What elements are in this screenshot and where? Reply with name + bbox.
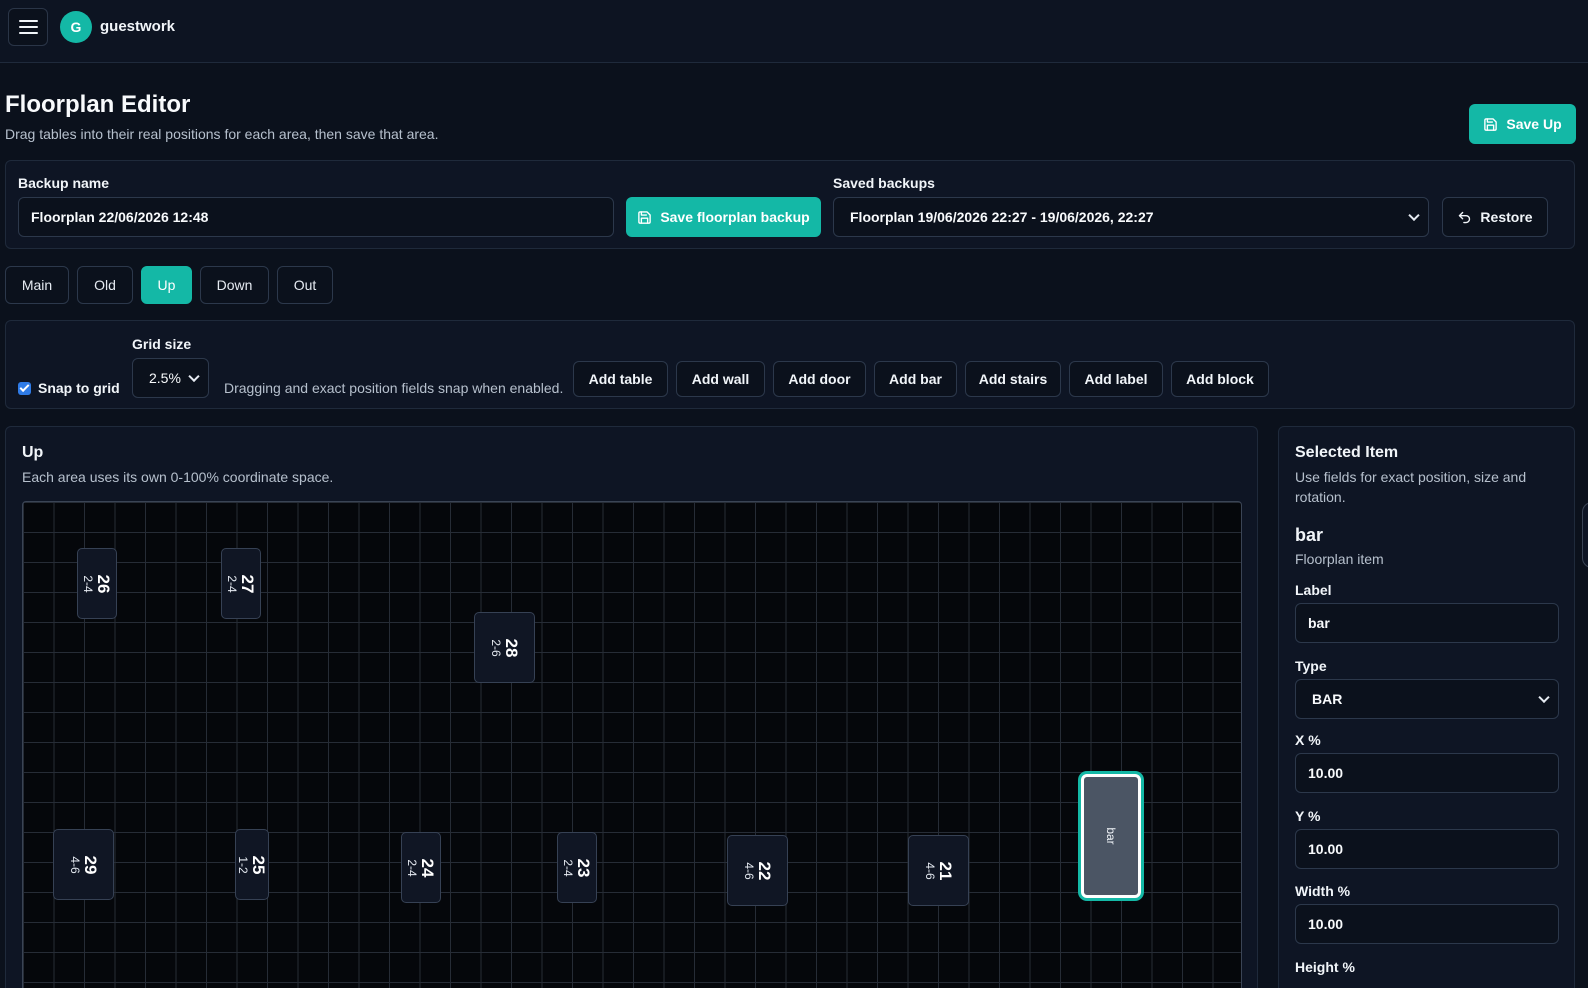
hamburger-icon (18, 26, 38, 28)
label-field-label: Label (1295, 582, 1332, 598)
tab-down[interactable]: Down (200, 266, 269, 304)
hamburger-icon (18, 20, 38, 22)
save-icon (1484, 117, 1498, 131)
save-icon (638, 210, 652, 224)
saved-backups-value: Floorplan 19/06/2026 22:27 - 19/06/2026,… (850, 209, 1154, 225)
table-capacity: 4-6 (741, 861, 756, 880)
backup-panel: Backup name Floorplan 22/06/2026 12:48 S… (5, 160, 1575, 249)
selected-subtitle: Use fields for exact position, size and … (1295, 469, 1527, 505)
floor-table-22[interactable]: 22 4-6 (727, 835, 788, 906)
table-capacity: 2-4 (225, 574, 240, 593)
table-capacity: 2-4 (81, 574, 96, 593)
table-number: 29 (80, 855, 100, 874)
restore-button[interactable]: Restore (1442, 197, 1548, 237)
floor-table-25[interactable]: 25 1-2 (235, 829, 269, 900)
floor-table-24[interactable]: 24 2-4 (401, 832, 441, 903)
brand-name[interactable]: guestwork (100, 18, 175, 35)
canvas-area-title: Up (22, 444, 44, 461)
chevron-down-icon (1538, 691, 1550, 704)
type-select[interactable]: BAR (1295, 679, 1559, 719)
table-number: 21 (935, 861, 955, 880)
tab-main[interactable]: Main (5, 266, 69, 304)
table-number: 28 (501, 638, 521, 657)
floor-table-29[interactable]: 29 4-6 (53, 829, 114, 900)
selected-item-kind: Floorplan item (1295, 551, 1384, 567)
restore-label: Restore (1480, 209, 1533, 225)
y-input[interactable]: 10.00 (1295, 829, 1559, 869)
floor-table-28[interactable]: 28 2-6 (474, 612, 535, 683)
floor-table-27[interactable]: 27 2-4 (221, 548, 261, 619)
floor-table-23[interactable]: 23 2-4 (557, 832, 597, 903)
chevron-down-icon (188, 370, 200, 383)
table-capacity: 2-6 (488, 638, 503, 657)
table-capacity: 4-6 (67, 855, 82, 874)
table-number: 25 (249, 855, 269, 874)
x-field-label: X % (1295, 732, 1321, 748)
add-door-button[interactable]: Add door (773, 361, 866, 397)
table-capacity: 2-4 (405, 858, 420, 877)
grid-size-label: Grid size (132, 336, 192, 352)
selected-item-name: bar (1295, 525, 1324, 545)
side-scroll-handle[interactable] (1582, 502, 1588, 568)
save-area-button[interactable]: Save Up (1469, 104, 1576, 144)
width-input[interactable]: 10.00 (1295, 904, 1559, 944)
add-bar-button[interactable]: Add bar (874, 361, 957, 397)
y-field-label: Y % (1295, 808, 1321, 824)
width-field-label: Width % (1295, 883, 1351, 899)
table-capacity: 2-4 (561, 858, 576, 877)
add-wall-button[interactable]: Add wall (676, 361, 765, 397)
floorplan-canvas[interactable]: 26 2-4 27 2-4 28 2-6 29 4-6 25 1-2 24 2-4 23 2-… (22, 501, 1242, 988)
canvas-area-subtitle: Each area uses its own 0-100% coordinate… (22, 469, 334, 485)
save-backup-label: Save floorplan backup (660, 209, 810, 225)
menu-button[interactable] (8, 8, 48, 46)
grid-size-select[interactable]: 2.5% (132, 358, 209, 398)
tab-old[interactable]: Old (77, 266, 133, 304)
floor-bar-selected[interactable]: bar (1081, 774, 1141, 898)
floor-table-21[interactable]: 21 4-6 (908, 835, 969, 906)
backup-name-input[interactable]: Floorplan 22/06/2026 12:48 (18, 197, 614, 237)
add-block-button[interactable]: Add block (1171, 361, 1269, 397)
selected-title: Selected Item (1295, 444, 1399, 461)
bar-label: bar (1104, 827, 1118, 845)
table-number: 27 (238, 574, 258, 593)
hamburger-icon (18, 32, 38, 34)
save-area-label: Save Up (1506, 116, 1562, 132)
saved-backups-label: Saved backups (833, 175, 935, 191)
tool-panel: Snap to grid Grid size 2.5% Dragging and… (5, 320, 1575, 409)
tab-up[interactable]: Up (141, 266, 192, 304)
table-capacity: 1-2 (236, 855, 251, 874)
undo-icon (1459, 211, 1471, 223)
height-field-label: Height % (1295, 959, 1355, 975)
floor-table-26[interactable]: 26 2-4 (77, 548, 117, 619)
label-input[interactable]: bar (1295, 603, 1559, 643)
table-capacity: 4-6 (922, 861, 937, 880)
snap-checkbox[interactable] (18, 382, 31, 395)
type-value: BAR (1312, 691, 1343, 707)
table-number: 24 (418, 858, 438, 877)
table-number: 23 (574, 858, 594, 877)
x-input[interactable]: 10.00 (1295, 753, 1559, 793)
type-field-label: Type (1295, 658, 1327, 674)
add-stairs-button[interactable]: Add stairs (965, 361, 1061, 397)
add-label-button[interactable]: Add label (1069, 361, 1163, 397)
tab-out[interactable]: Out (277, 266, 333, 304)
add-table-button[interactable]: Add table (573, 361, 668, 397)
grid-size-value: 2.5% (149, 370, 181, 386)
saved-backups-select[interactable]: Floorplan 19/06/2026 22:27 - 19/06/2026,… (833, 197, 1429, 237)
brand-logo[interactable]: G (60, 11, 92, 43)
chevron-down-icon (1408, 209, 1420, 222)
snap-label[interactable]: Snap to grid (38, 380, 120, 396)
backup-name-label: Backup name (18, 175, 110, 191)
snap-hint: Dragging and exact position fields snap … (224, 380, 564, 396)
canvas-panel: Up Each area uses its own 0-100% coordin… (5, 426, 1258, 988)
table-number: 22 (754, 861, 774, 880)
page-title: Floorplan Editor (5, 91, 191, 118)
save-backup-button[interactable]: Save floorplan backup (626, 197, 821, 237)
selected-item-panel: Selected Item Use fields for exact posit… (1278, 426, 1575, 988)
table-number: 26 (94, 574, 114, 593)
page-subtitle: Drag tables into their real positions fo… (5, 126, 439, 142)
top-bar: G guestwork (0, 0, 1588, 63)
